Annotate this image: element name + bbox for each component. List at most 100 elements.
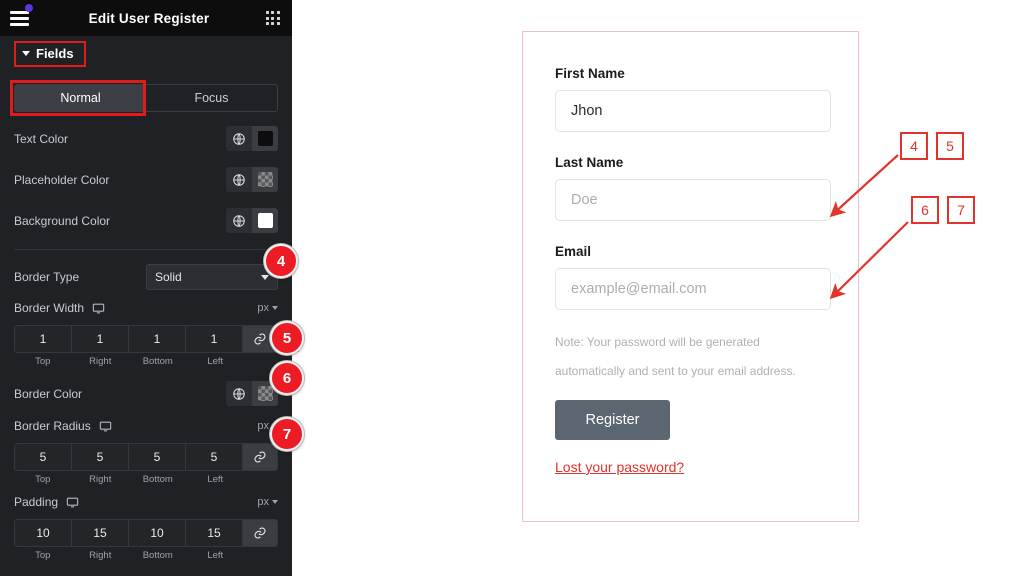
lost-password-link[interactable]: Lost your password?: [555, 459, 684, 475]
last-name-input[interactable]: Doe: [555, 179, 831, 221]
text-color-label: Text Color: [14, 131, 69, 146]
link-values-icon[interactable]: [243, 444, 277, 470]
grid-apps-icon[interactable]: [265, 11, 280, 25]
panel-body: Fields Normal Focus Text Color Placehold…: [0, 36, 292, 576]
first-name-label: First Name: [555, 66, 625, 81]
callout-square-4: 4: [900, 132, 928, 160]
border-radius-left-input[interactable]: 5: [186, 444, 243, 470]
globe-icon[interactable]: [226, 208, 252, 233]
state-tabs: Normal Focus: [10, 80, 278, 116]
email-input[interactable]: example@email.com: [555, 268, 831, 310]
side-label-top: Top: [35, 474, 51, 485]
fields-section-label: Fields: [36, 46, 74, 61]
control-text-color: Text Color: [0, 126, 292, 151]
desktop-icon[interactable]: [66, 496, 79, 509]
padding-left-input[interactable]: 15: [186, 520, 243, 546]
padding-inputs: 10 15 10 15: [14, 519, 278, 547]
padding-bottom-input[interactable]: 10: [129, 520, 186, 546]
register-button[interactable]: Register: [555, 400, 670, 440]
border-width-label: Border Width: [14, 301, 105, 315]
step-badge-4: 4: [264, 244, 298, 278]
side-label-top: Top: [35, 356, 51, 367]
callout-square-5: 5: [936, 132, 964, 160]
padding-side-labels: Top Right Bottom Left: [14, 550, 278, 561]
padding-top-input[interactable]: 10: [15, 520, 72, 546]
callout-square-6: 6: [911, 196, 939, 224]
chevron-down-icon: [272, 500, 278, 504]
fields-highlight-box: Fields: [14, 41, 86, 67]
side-label-bottom: Bottom: [142, 474, 173, 485]
border-radius-top-input[interactable]: 5: [15, 444, 72, 470]
border-width-top-input[interactable]: 1: [15, 326, 72, 352]
placeholder-color-swatch[interactable]: [252, 167, 278, 192]
section-divider: [14, 249, 278, 250]
chevron-down-icon: [272, 306, 278, 310]
callout-square-7: 7: [947, 196, 975, 224]
control-border-radius: Border Radius px: [0, 419, 292, 433]
side-label-right: Right: [89, 474, 112, 485]
email-label: Email: [555, 244, 592, 259]
border-radius-bottom-input[interactable]: 5: [129, 444, 186, 470]
border-width-inputs: 1 1 1 1: [14, 325, 278, 353]
panel-header: Edit User Register: [0, 0, 292, 36]
border-width-bottom-input[interactable]: 1: [129, 326, 186, 352]
side-label-right: Right: [89, 356, 112, 367]
border-radius-inputs: 5 5 5 5: [14, 443, 278, 471]
side-label-right: Right: [89, 550, 112, 561]
panel-title: Edit User Register: [88, 10, 210, 26]
padding-right-input[interactable]: 15: [72, 520, 129, 546]
editor-panel: Edit User Register Fields Normal Focus T…: [0, 0, 292, 576]
desktop-icon[interactable]: [92, 302, 105, 315]
side-label-top: Top: [35, 550, 51, 561]
border-color-picker[interactable]: [226, 381, 278, 406]
last-name-label: Last Name: [555, 155, 624, 170]
control-padding: Padding px: [0, 495, 292, 509]
placeholder-color-label: Placeholder Color: [14, 172, 110, 187]
side-label-bottom: Bottom: [142, 356, 173, 367]
step-badge-6: 6: [270, 361, 304, 395]
globe-icon[interactable]: [226, 381, 252, 406]
tab-normal[interactable]: Normal: [15, 85, 146, 111]
placeholder-color-picker[interactable]: [226, 167, 278, 192]
screen-root: Edit User Register Fields Normal Focus T…: [0, 0, 1024, 576]
hamburger-icon[interactable]: [10, 4, 33, 27]
chevron-down-icon: [22, 51, 30, 56]
border-width-left-input[interactable]: 1: [186, 326, 243, 352]
border-radius-label: Border Radius: [14, 419, 112, 433]
text-color-picker[interactable]: [226, 126, 278, 151]
desktop-icon[interactable]: [99, 420, 112, 433]
side-label-bottom: Bottom: [142, 550, 173, 561]
border-radius-side-labels: Top Right Bottom Left: [14, 474, 278, 485]
background-color-picker[interactable]: [226, 208, 278, 233]
side-label-left: Left: [207, 356, 224, 367]
notification-dot-icon: [25, 4, 33, 12]
padding-label: Padding: [14, 495, 79, 509]
border-type-value: Solid: [155, 270, 182, 284]
border-color-label: Border Color: [14, 386, 83, 401]
register-form-preview: First Name Jhon Last Name Doe Email exam…: [522, 31, 859, 522]
step-badge-5: 5: [270, 321, 304, 355]
globe-icon[interactable]: [226, 126, 252, 151]
control-border-type: Border Type Solid: [0, 264, 292, 290]
chevron-down-icon: [261, 274, 269, 280]
background-color-label: Background Color: [14, 213, 111, 228]
control-border-color: Border Color: [0, 381, 292, 406]
border-type-select[interactable]: Solid: [146, 264, 278, 290]
control-border-width: Border Width px: [0, 301, 292, 315]
padding-unit[interactable]: px: [257, 496, 278, 508]
border-width-unit[interactable]: px: [257, 302, 278, 314]
text-color-swatch[interactable]: [252, 126, 278, 151]
control-background-color: Background Color: [0, 208, 292, 233]
password-note-line-2: automatically and sent to your email add…: [555, 364, 796, 378]
border-width-right-input[interactable]: 1: [72, 326, 129, 352]
tab-focus[interactable]: Focus: [146, 85, 277, 111]
background-color-swatch[interactable]: [252, 208, 278, 233]
fields-section-header[interactable]: Fields: [14, 41, 86, 67]
password-note-line-1: Note: Your password will be generated: [555, 335, 760, 349]
link-values-icon[interactable]: [243, 520, 277, 546]
globe-icon[interactable]: [226, 167, 252, 192]
side-label-left: Left: [207, 474, 224, 485]
border-radius-right-input[interactable]: 5: [72, 444, 129, 470]
control-placeholder-color: Placeholder Color: [0, 167, 292, 192]
first-name-input[interactable]: Jhon: [555, 90, 831, 132]
